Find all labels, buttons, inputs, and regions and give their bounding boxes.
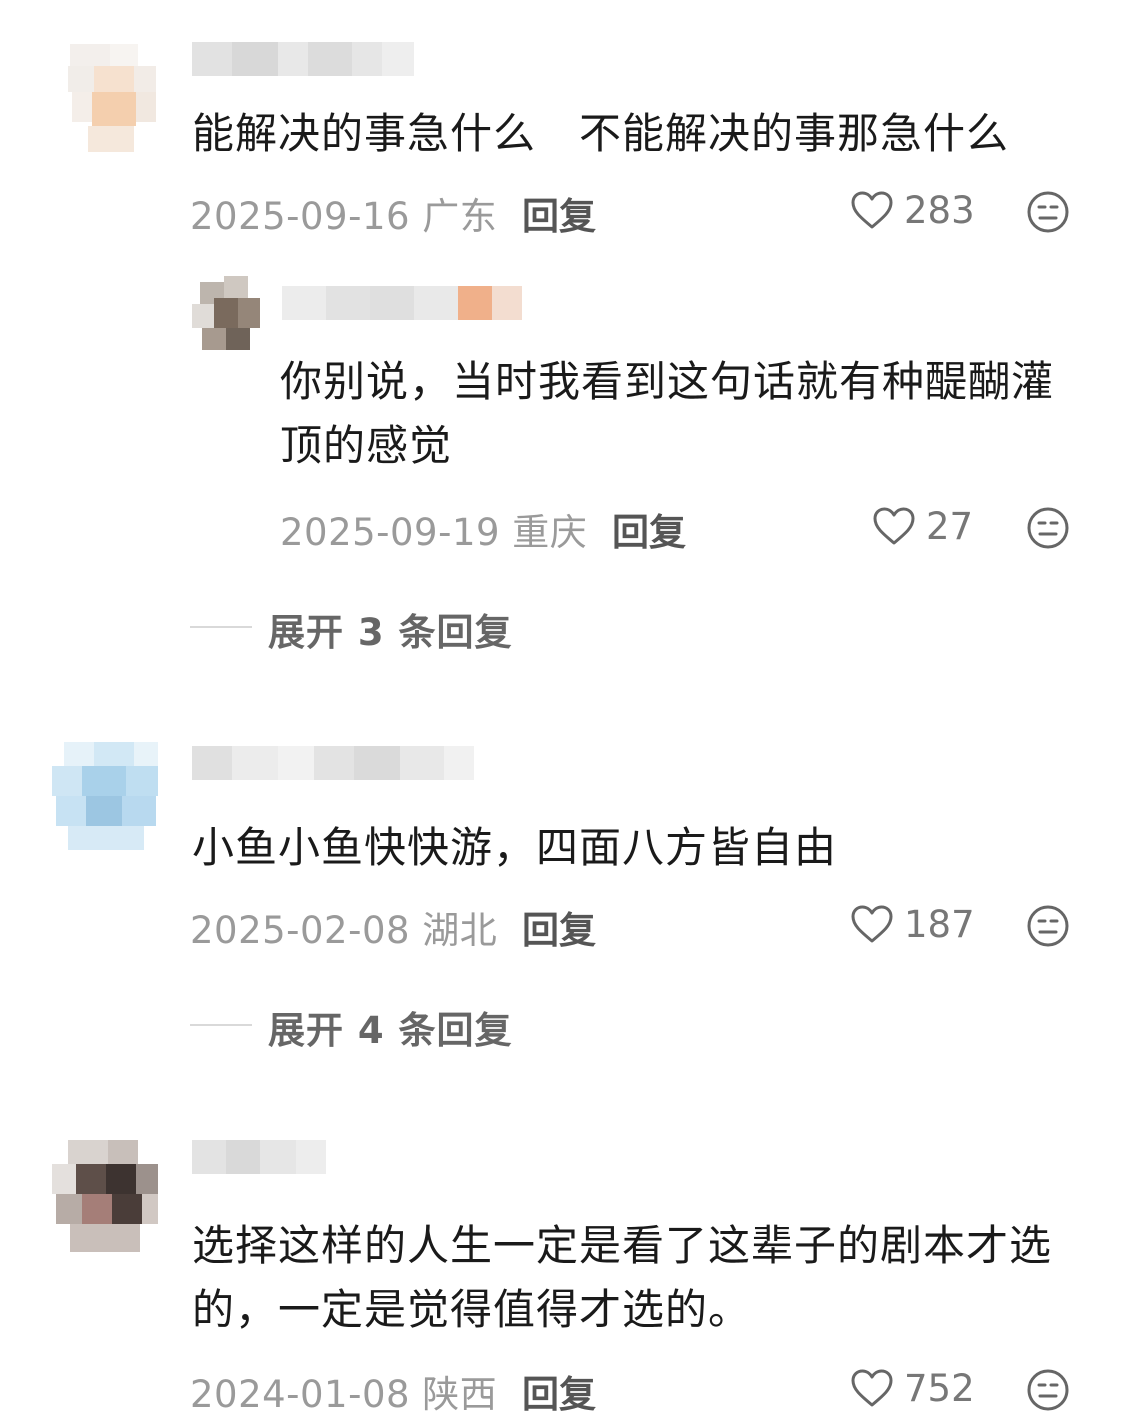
- comment-text: 选择这样的人生一定是看了这辈子的剧本才选的，一定是觉得值得才选的。: [192, 1221, 1053, 1334]
- like-count: 752: [904, 1366, 975, 1410]
- like-button[interactable]: 283: [850, 188, 975, 232]
- comment-text: 小鱼小鱼快快游，四面八方皆自由: [192, 823, 838, 872]
- comment-meta: 2025-02-08 湖北: [190, 900, 497, 954]
- reply-button[interactable]: 回复: [522, 186, 596, 240]
- comment-meta: 2025-09-16 广东: [190, 186, 497, 240]
- username[interactable]: [192, 746, 482, 780]
- like-button[interactable]: 752: [850, 1366, 975, 1410]
- divider: [190, 1024, 252, 1026]
- reply-date: 2025-09-19: [280, 511, 501, 554]
- reply-button[interactable]: 回复: [522, 900, 596, 954]
- comment-date: 2025-02-08: [190, 909, 411, 952]
- username[interactable]: [192, 42, 422, 76]
- like-button[interactable]: 27: [872, 504, 973, 548]
- like-count: 187: [904, 902, 975, 946]
- neutral-face-icon[interactable]: [1026, 190, 1070, 234]
- neutral-face-icon[interactable]: [1026, 506, 1070, 550]
- avatar[interactable]: [48, 44, 160, 156]
- avatar[interactable]: [186, 276, 262, 352]
- avatar[interactable]: [48, 742, 160, 854]
- reply-button[interactable]: 回复: [612, 502, 686, 556]
- username[interactable]: [192, 1140, 332, 1174]
- heart-icon: [872, 506, 916, 546]
- expand-replies-button[interactable]: 展开 3 条回复: [268, 602, 513, 656]
- comment-location: 广东: [422, 195, 498, 238]
- heart-icon: [850, 190, 894, 230]
- heart-icon: [850, 904, 894, 944]
- like-count: 27: [926, 504, 974, 548]
- comment-location: 陕西: [422, 1373, 498, 1416]
- comment-meta: 2024-01-08 陕西: [190, 1364, 497, 1418]
- neutral-face-icon[interactable]: [1026, 1368, 1070, 1412]
- username[interactable]: [282, 286, 526, 320]
- heart-icon: [850, 1368, 894, 1408]
- reply-location: 重庆: [512, 511, 588, 554]
- comment-date: 2024-01-08: [190, 1373, 411, 1416]
- neutral-face-icon[interactable]: [1026, 904, 1070, 948]
- avatar[interactable]: [48, 1140, 160, 1252]
- expand-replies-button[interactable]: 展开 4 条回复: [268, 1000, 513, 1054]
- reply-button[interactable]: 回复: [522, 1364, 596, 1418]
- reply-text: 你别说，当时我看到这句话就有种醍醐灌顶的感觉: [280, 357, 1055, 470]
- comment-location: 湖北: [422, 909, 498, 952]
- divider: [190, 626, 252, 628]
- like-button[interactable]: 187: [850, 902, 975, 946]
- reply-meta: 2025-09-19 重庆: [280, 502, 587, 556]
- like-count: 283: [904, 188, 975, 232]
- comment-date: 2025-09-16: [190, 195, 411, 238]
- comment-text: 能解决的事急什么 不能解决的事那急什么: [192, 109, 1010, 158]
